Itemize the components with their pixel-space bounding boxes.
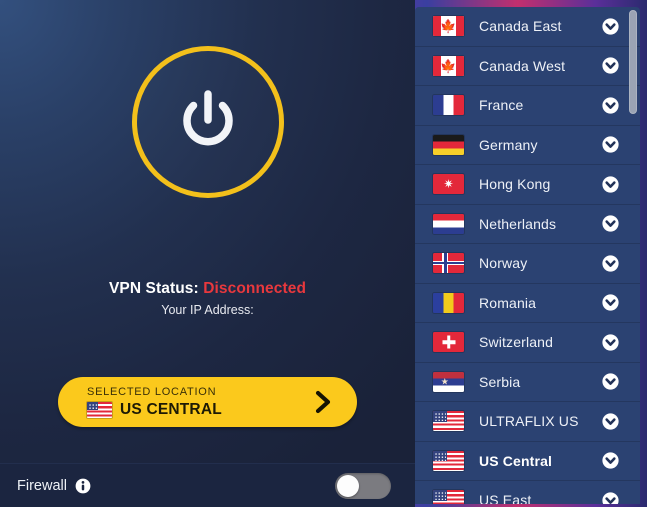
- location-row[interactable]: Netherlands: [415, 205, 640, 244]
- chevron-down-icon[interactable]: [602, 215, 619, 232]
- location-name: Romania: [479, 294, 537, 311]
- location-name: Germany: [479, 136, 538, 153]
- location-row[interactable]: Romania: [415, 284, 640, 323]
- location-name: Netherlands: [479, 215, 557, 232]
- location-name: US East: [479, 492, 532, 504]
- power-icon: [182, 90, 233, 146]
- location-list[interactable]: 🍁 Canada East 🍁 Canada West France Germany ✷ Ho…: [415, 7, 640, 504]
- chevron-down-icon[interactable]: [602, 255, 619, 272]
- vpn-status-block: VPN Status: Disconnected Your IP Address…: [0, 280, 415, 317]
- location-row[interactable]: 🍁 Canada East: [415, 7, 640, 47]
- location-name: ULTRAFLIX US: [479, 413, 579, 430]
- location-name: Canada West: [479, 57, 566, 74]
- selected-location-value: US CENTRAL: [120, 400, 222, 418]
- location-row[interactable]: France: [415, 86, 640, 126]
- location-name: US Central: [479, 452, 553, 469]
- chevron-down-icon[interactable]: [602, 57, 619, 74]
- location-row[interactable]: ★ Serbia: [415, 363, 640, 402]
- no-flag-icon: [433, 253, 464, 274]
- location-name: France: [479, 97, 524, 114]
- firewall-toggle[interactable]: [335, 472, 391, 499]
- scrollbar-thumb[interactable]: [629, 10, 637, 114]
- location-row[interactable]: US Central: [415, 442, 640, 481]
- selected-location-caption: SELECTED LOCATION: [87, 385, 217, 398]
- ca-flag-icon: 🍁: [433, 55, 464, 76]
- ca-flag-icon: 🍁: [433, 16, 464, 37]
- chevron-down-icon[interactable]: [602, 373, 619, 390]
- fr-flag-icon: [433, 95, 464, 116]
- firewall-row: Firewall: [0, 478, 91, 494]
- location-row[interactable]: ULTRAFLIX US: [415, 402, 640, 442]
- hk-flag-icon: ✷: [433, 174, 464, 195]
- location-row[interactable]: Norway: [415, 244, 640, 284]
- location-row[interactable]: Switzerland: [415, 323, 640, 363]
- selected-location-text: SELECTED LOCATION US CENTRAL: [58, 386, 313, 419]
- location-row[interactable]: 🍁 Canada West: [415, 47, 640, 86]
- chevron-down-icon[interactable]: [602, 97, 619, 114]
- location-row[interactable]: US East: [415, 481, 640, 504]
- chevron-down-icon[interactable]: [602, 334, 619, 351]
- chevron-down-icon[interactable]: [602, 136, 619, 153]
- location-name: Hong Kong: [479, 176, 551, 193]
- us-flag-icon: [87, 401, 112, 418]
- vertical-scrollbar[interactable]: [629, 10, 637, 501]
- location-name: Switzerland: [479, 334, 554, 351]
- us-flag-icon: [433, 450, 464, 471]
- ch-flag-icon: [433, 332, 464, 353]
- chevron-down-icon[interactable]: [602, 294, 619, 311]
- chevron-down-icon[interactable]: [602, 413, 619, 430]
- selected-location-button[interactable]: SELECTED LOCATION US CENTRAL: [58, 377, 357, 427]
- info-icon[interactable]: [75, 478, 91, 494]
- location-row[interactable]: ✷ Hong Kong: [415, 165, 640, 205]
- footer-bar: Firewall: [0, 463, 415, 507]
- chevron-right-icon: [313, 389, 357, 415]
- chevron-down-icon[interactable]: [602, 176, 619, 193]
- us-flag-icon: [433, 490, 464, 504]
- vpn-status-value: Disconnected: [203, 280, 307, 297]
- location-name: Canada East: [479, 18, 562, 35]
- location-name: Serbia: [479, 373, 521, 390]
- location-name: Norway: [479, 255, 528, 272]
- chevron-down-icon[interactable]: [602, 452, 619, 469]
- ro-flag-icon: [433, 292, 464, 313]
- firewall-toggle-knob: [337, 474, 359, 497]
- location-row[interactable]: Germany: [415, 126, 640, 165]
- power-toggle-button[interactable]: [131, 46, 284, 198]
- chevron-down-icon[interactable]: [602, 492, 619, 504]
- location-list-panel: 🍁 Canada East 🍁 Canada West France Germany ✷ Ho…: [415, 7, 640, 504]
- power-button-container: [0, 46, 415, 198]
- rs-flag-icon: ★: [433, 371, 464, 392]
- de-flag-icon: [433, 134, 464, 155]
- firewall-label: Firewall: [17, 477, 67, 494]
- vpn-status-label: VPN Status:: [108, 280, 199, 297]
- nl-flag-icon: [433, 213, 464, 234]
- selected-location-value-row: US CENTRAL: [87, 401, 313, 419]
- chevron-down-icon[interactable]: [602, 18, 619, 35]
- ip-address-label: Your IP Address:: [161, 303, 254, 317]
- us-flag-icon: [433, 411, 464, 432]
- vpn-main-panel: VPN Status: Disconnected Your IP Address…: [0, 0, 415, 507]
- status-line: VPN Status: Disconnected: [0, 280, 415, 298]
